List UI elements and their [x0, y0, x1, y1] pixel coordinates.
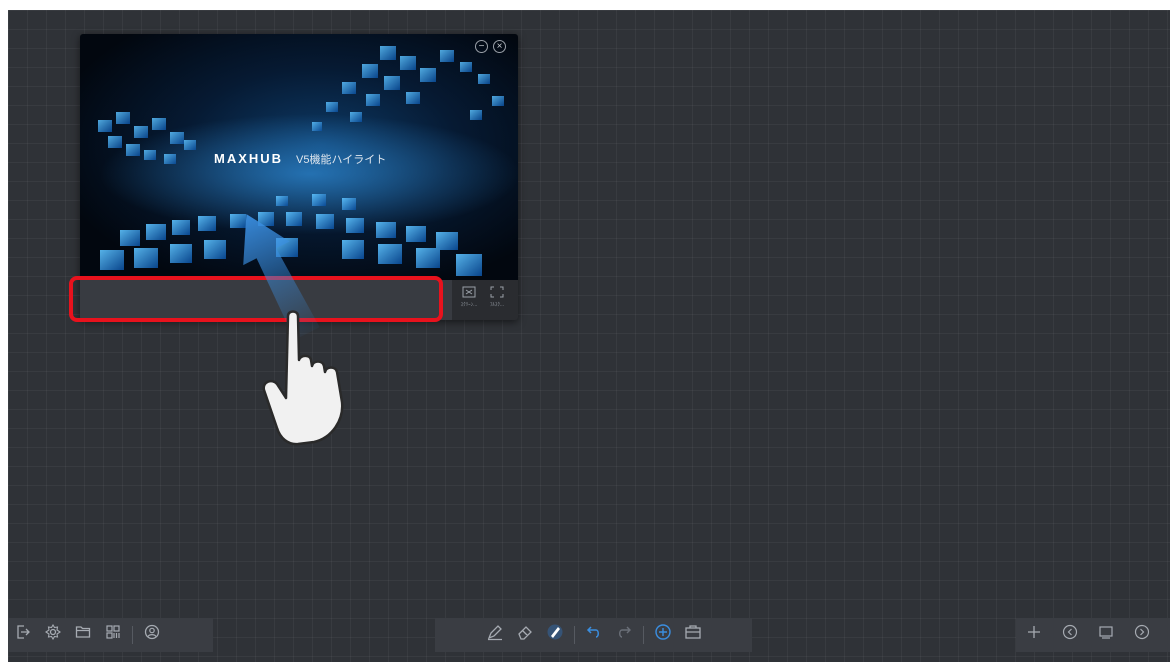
- toolbar-left: [8, 618, 213, 652]
- exit-button[interactable]: [8, 618, 38, 652]
- undo-icon: [586, 625, 599, 638]
- pen-button[interactable]: [480, 618, 510, 652]
- account-button[interactable]: [137, 618, 167, 652]
- toolbox-icon: [684, 624, 701, 639]
- page-prev-icon: [1062, 624, 1078, 639]
- toolbar-divider: [573, 626, 575, 644]
- settings-button[interactable]: [38, 618, 68, 652]
- toolbar-center: [435, 618, 752, 652]
- settings-icon: [45, 623, 61, 640]
- folder-icon: [75, 625, 91, 638]
- exit-icon: [17, 624, 30, 639]
- next-page-button[interactable]: [1124, 618, 1160, 652]
- qr-code-icon: [106, 624, 120, 639]
- prev-page-button[interactable]: [1052, 618, 1088, 652]
- page-next-icon: [1134, 624, 1150, 639]
- page-overview-icon: [1099, 625, 1113, 639]
- toolbar-divider: [132, 626, 133, 644]
- eraser-button[interactable]: [510, 618, 540, 652]
- brush-icon: [547, 624, 562, 639]
- redo-icon: [618, 626, 631, 638]
- folder-button[interactable]: [68, 618, 98, 652]
- account-icon: [144, 624, 160, 639]
- qr-code-button[interactable]: [98, 618, 128, 652]
- undo-button[interactable]: [579, 618, 609, 652]
- eraser-icon: [517, 625, 532, 640]
- brush-button[interactable]: [540, 618, 570, 652]
- toolbox-button[interactable]: [678, 618, 708, 652]
- plus-icon: [1028, 625, 1040, 638]
- toolbar-right: [1016, 618, 1170, 652]
- page-overview-button[interactable]: [1088, 618, 1124, 652]
- swipe-up-hand-icon: [243, 214, 344, 446]
- pen-icon: [487, 624, 502, 640]
- whiteboard-canvas[interactable]: MAXHUB V5機能ハイライト − × ｽｸﾘｰﾝ... ﾌﾙｽｸ...: [8, 10, 1170, 662]
- toolbar-divider: [642, 626, 644, 644]
- add-page-button[interactable]: [1016, 618, 1052, 652]
- redo-button[interactable]: [609, 618, 639, 652]
- add-button[interactable]: [648, 618, 678, 652]
- add-icon: [654, 623, 671, 640]
